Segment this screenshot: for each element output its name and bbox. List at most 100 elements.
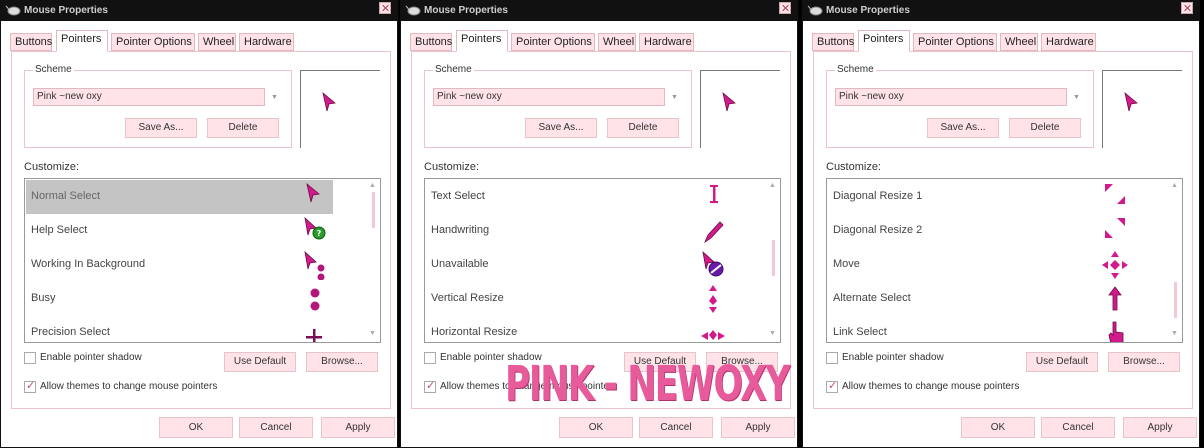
close-button[interactable] [379, 2, 391, 14]
tab-pointers[interactable]: Pointers [56, 30, 108, 52]
chevron-down-icon[interactable]: ▼ [1073, 94, 1080, 101]
ok-button[interactable]: OK [559, 417, 633, 438]
scheme-group: Scheme Pink ~new oxy ▼ Save As... Delete [24, 64, 292, 148]
list-item[interactable]: Alternate Select [828, 282, 1135, 316]
pointer-shadow-checkbox[interactable] [826, 352, 838, 364]
delete-button[interactable]: Delete [1009, 118, 1081, 138]
delete-button[interactable]: Delete [607, 118, 679, 138]
list-item[interactable]: Normal Select [26, 180, 333, 214]
list-scrollbar[interactable]: ▲ ▼ [1169, 180, 1181, 341]
scheme-dropdown[interactable]: Pink ~new oxy [33, 88, 265, 106]
browse-button[interactable]: Browse... [306, 352, 378, 372]
list-item[interactable]: Text Select [426, 180, 733, 214]
pointers-tab-page: Scheme Pink ~new oxy ▼ Save As... Delete… [11, 51, 391, 409]
list-item[interactable]: Precision Select [26, 316, 333, 342]
scroll-thumb[interactable] [1174, 282, 1177, 318]
cancel-button[interactable]: Cancel [239, 417, 313, 438]
cancel-button[interactable]: Cancel [1041, 417, 1115, 438]
customize-label: Customize: [826, 161, 882, 173]
use-default-button[interactable]: Use Default [224, 352, 296, 372]
scheme-group: Scheme Pink ~new oxy ▼ Save As... Delete [424, 64, 692, 148]
list-item[interactable]: Busy [26, 282, 333, 316]
list-scrollbar[interactable]: ▲ ▼ [767, 180, 779, 341]
list-item[interactable]: Horizontal Resize [426, 316, 733, 342]
pointer-shadow-checkbox[interactable] [424, 352, 436, 364]
tab-hardware[interactable]: Hardware [1041, 33, 1096, 51]
title-bar[interactable]: Mouse Properties [1, 1, 397, 21]
scroll-up-icon[interactable]: ▲ [1171, 182, 1178, 189]
scheme-dropdown[interactable]: Pink ~new oxy [433, 88, 665, 106]
mouse-title-icon [405, 4, 421, 18]
scroll-thumb[interactable] [772, 240, 775, 276]
cursor-role-label: Vertical Resize [431, 292, 504, 304]
busy-cursor-icon [299, 284, 327, 314]
tab-pointers[interactable]: Pointers [858, 30, 910, 52]
chevron-down-icon[interactable]: ▼ [271, 94, 278, 101]
close-button[interactable] [779, 2, 791, 14]
list-item[interactable]: Unavailable [426, 248, 733, 282]
save-as-button[interactable]: Save As... [927, 118, 999, 138]
watermark-text: PINK - NEWOXY [505, 356, 790, 412]
allow-themes-checkbox[interactable] [826, 379, 838, 393]
list-item[interactable]: Link Select [828, 316, 1135, 342]
cancel-button[interactable]: Cancel [639, 417, 713, 438]
cursor-list[interactable]: Text Select Handwriting Unavailable Vert… [424, 178, 781, 343]
list-item[interactable]: Working In Background [26, 248, 333, 282]
tab-buttons[interactable]: Buttons [10, 33, 52, 51]
pointer-shadow-checkbox[interactable] [24, 352, 36, 364]
tab-wheel[interactable]: Wheel [598, 33, 636, 51]
list-item[interactable]: Move [828, 248, 1135, 282]
vertical-resize-cursor-icon [699, 284, 727, 314]
cursor-list[interactable]: Normal Select Help Select ? Working In B… [24, 178, 381, 343]
cursor-list[interactable]: Diagonal Resize 1 Diagonal Resize 2 Move… [826, 178, 1183, 343]
allow-themes-checkbox[interactable] [424, 379, 436, 393]
list-item[interactable]: Help Select ? [26, 214, 333, 248]
tab-hardware[interactable]: Hardware [639, 33, 694, 51]
scheme-label: Scheme [835, 64, 876, 75]
scroll-up-icon[interactable]: ▲ [769, 182, 776, 189]
ok-button[interactable]: OK [159, 417, 233, 438]
scroll-thumb[interactable] [372, 192, 375, 228]
tab-pointers[interactable]: Pointers [456, 30, 508, 52]
tab-wheel[interactable]: Wheel [1000, 33, 1038, 51]
scroll-up-icon[interactable]: ▲ [369, 182, 376, 189]
scroll-down-icon[interactable]: ▼ [1171, 330, 1178, 337]
list-item[interactable]: Handwriting [426, 214, 733, 248]
tab-pointer-options[interactable]: Pointer Options [913, 33, 997, 51]
allow-themes-checkbox[interactable] [24, 379, 36, 393]
apply-button[interactable]: Apply [1123, 417, 1197, 438]
list-item[interactable]: Vertical Resize [426, 282, 733, 316]
scroll-down-icon[interactable]: ▼ [769, 330, 776, 337]
list-scrollbar[interactable]: ▲ ▼ [367, 180, 379, 341]
title-bar[interactable]: Mouse Properties [401, 1, 797, 21]
tab-pointer-options[interactable]: Pointer Options [511, 33, 595, 51]
delete-button[interactable]: Delete [207, 118, 279, 138]
cursor-preview [1102, 70, 1182, 148]
close-button[interactable] [1181, 2, 1193, 14]
save-as-button[interactable]: Save As... [525, 118, 597, 138]
move-cursor-icon [1101, 250, 1129, 280]
tab-buttons[interactable]: Buttons [812, 33, 854, 51]
cursor-preview [700, 70, 780, 148]
scroll-down-icon[interactable]: ▼ [369, 330, 376, 337]
browse-button[interactable]: Browse... [1108, 352, 1180, 372]
ok-button[interactable]: OK [961, 417, 1035, 438]
apply-button[interactable]: Apply [321, 417, 395, 438]
save-as-button[interactable]: Save As... [125, 118, 197, 138]
text-select-cursor-icon [699, 182, 727, 212]
pointer-shadow-label: Enable pointer shadow [842, 352, 944, 363]
alternate-select-cursor-icon [1101, 284, 1129, 314]
use-default-button[interactable]: Use Default [1026, 352, 1098, 372]
tab-pointer-options[interactable]: Pointer Options [111, 33, 195, 51]
scheme-dropdown[interactable]: Pink ~new oxy [835, 88, 1067, 106]
scheme-label: Scheme [33, 64, 74, 75]
list-item[interactable]: Diagonal Resize 2 [828, 214, 1135, 248]
tab-wheel[interactable]: Wheel [198, 33, 236, 51]
apply-button[interactable]: Apply [721, 417, 795, 438]
list-item[interactable]: Diagonal Resize 1 [828, 180, 1135, 214]
tab-hardware[interactable]: Hardware [239, 33, 294, 51]
precision-select-cursor-icon [299, 318, 327, 342]
chevron-down-icon[interactable]: ▼ [671, 94, 678, 101]
title-bar[interactable]: Mouse Properties [803, 1, 1199, 21]
tab-buttons[interactable]: Buttons [410, 33, 452, 51]
